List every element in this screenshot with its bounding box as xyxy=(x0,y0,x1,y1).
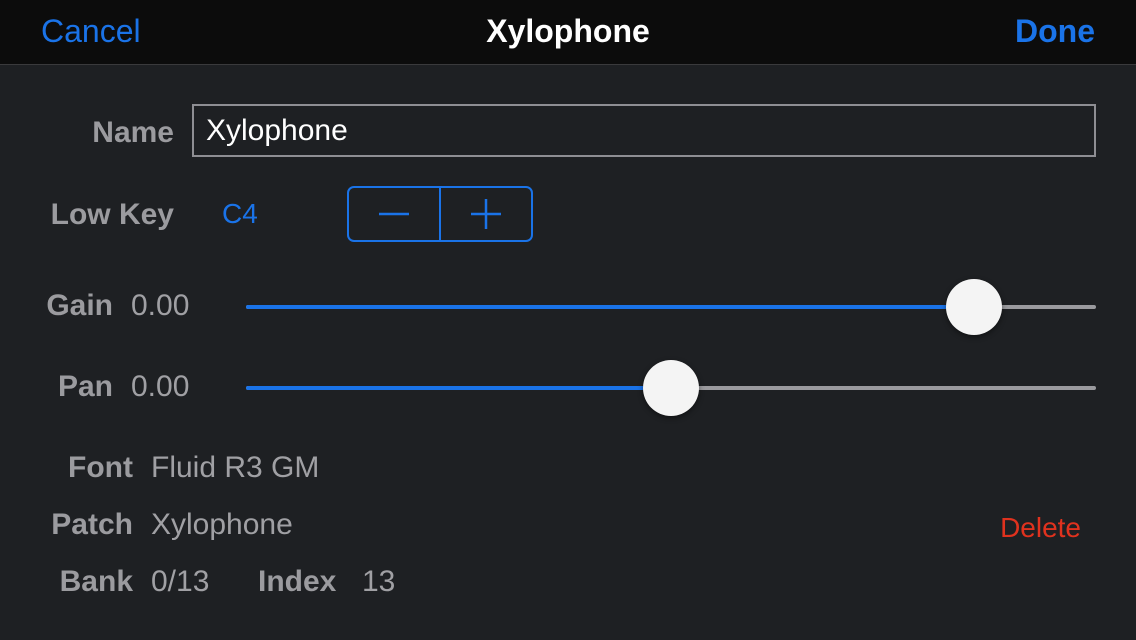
done-button[interactable]: Done xyxy=(1015,0,1095,64)
pan-slider-fill xyxy=(246,386,671,390)
index-value: 13 xyxy=(362,565,396,598)
pan-slider-thumb[interactable] xyxy=(643,360,699,416)
index-label: Index xyxy=(258,565,337,598)
gain-label: Gain xyxy=(46,289,113,322)
font-value: Fluid R3 GM xyxy=(151,451,320,484)
minus-icon xyxy=(379,212,409,216)
low-key-stepper xyxy=(347,186,533,242)
bank-value: 0/13 xyxy=(151,565,210,598)
page-title: Xylophone xyxy=(486,13,650,49)
gain-slider-thumb[interactable] xyxy=(946,279,1002,335)
plus-icon xyxy=(471,199,501,229)
increment-button[interactable] xyxy=(439,188,531,240)
name-input[interactable] xyxy=(194,106,1094,155)
patch-value: Xylophone xyxy=(151,508,293,541)
gain-slider[interactable] xyxy=(246,277,1096,337)
font-label: Font xyxy=(68,451,133,484)
navigation-bar: Cancel Xylophone Done xyxy=(0,0,1136,65)
bank-label: Bank xyxy=(59,565,133,598)
decrement-button[interactable] xyxy=(349,188,439,240)
name-label: Name xyxy=(92,116,174,149)
pan-value: 0.00 xyxy=(131,370,190,403)
patch-label: Patch xyxy=(51,508,133,541)
low-key-label: Low Key xyxy=(50,198,174,231)
delete-button[interactable]: Delete xyxy=(1000,512,1081,544)
gain-slider-fill xyxy=(246,305,974,309)
pan-label: Pan xyxy=(57,370,113,403)
pan-slider[interactable] xyxy=(246,358,1096,418)
gain-value: 0.00 xyxy=(131,289,190,322)
low-key-value: C4 xyxy=(222,198,258,229)
name-field-container xyxy=(192,104,1096,157)
